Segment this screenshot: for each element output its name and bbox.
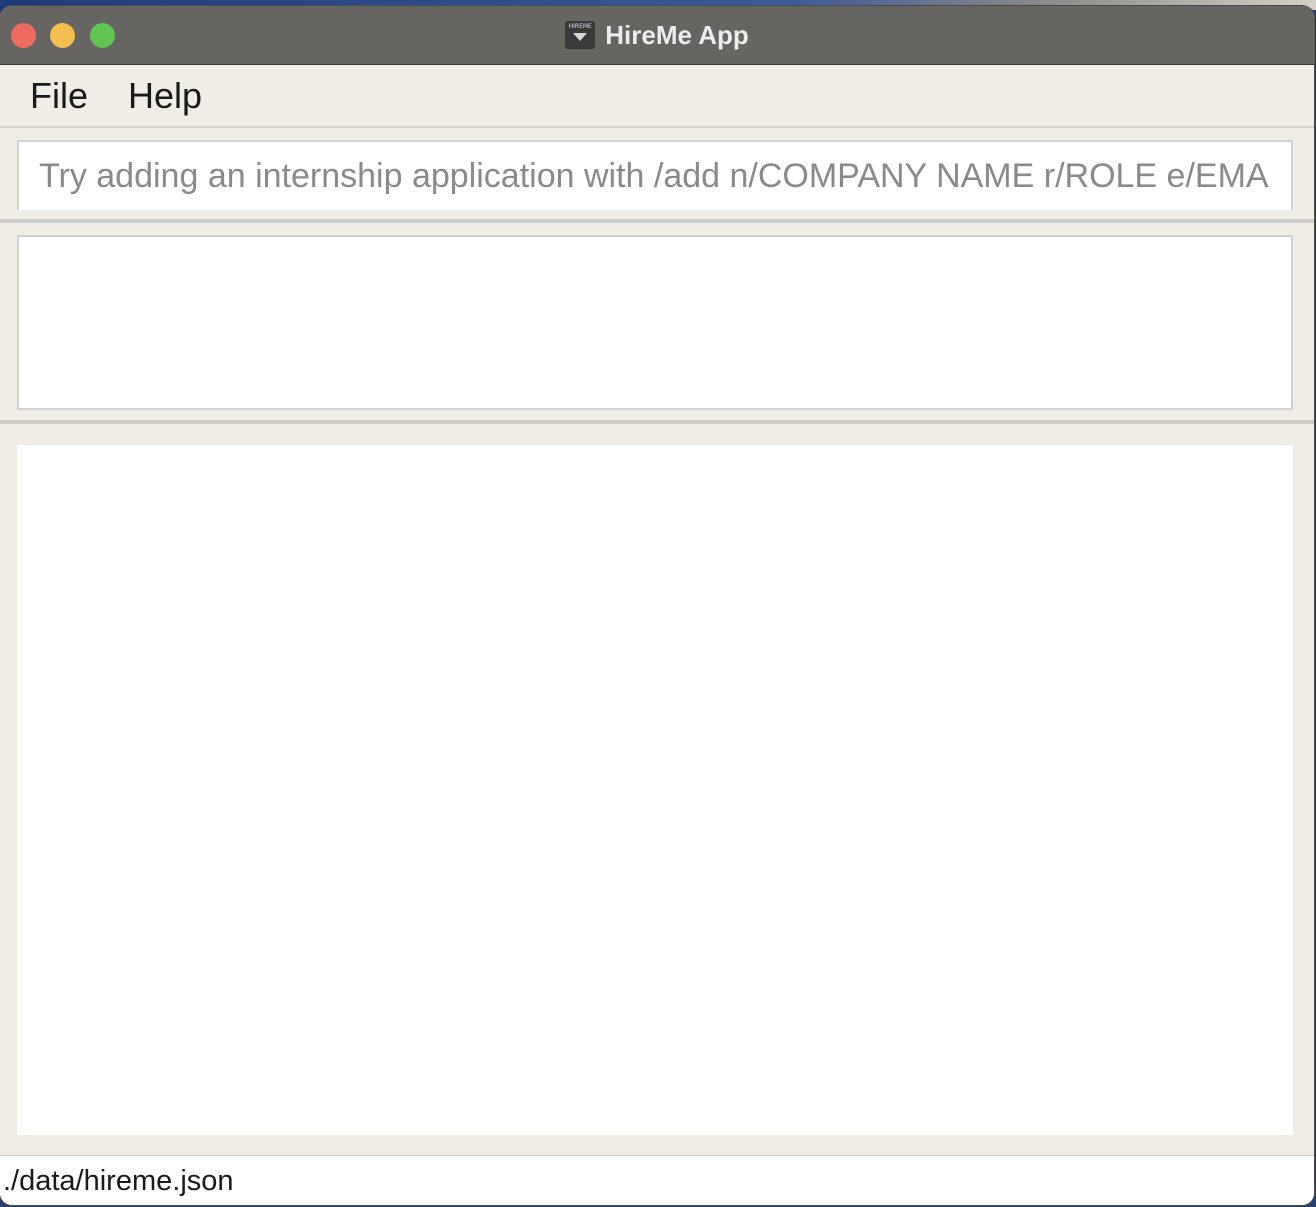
app-window: HIREME HireMe App File Help ./data/hirem… [0, 6, 1314, 1205]
command-input[interactable] [19, 142, 1291, 210]
app-icon-label: HIREME [568, 23, 592, 30]
menu-file[interactable]: File [10, 75, 108, 117]
application-list-panel[interactable] [17, 445, 1293, 1135]
status-bar: ./data/hireme.json [0, 1155, 1314, 1205]
result-display[interactable] [17, 235, 1293, 410]
hireme-app-icon: HIREME [565, 21, 596, 49]
split-pane-divider-bottom[interactable] [0, 420, 1314, 424]
title-group: HIREME HireMe App [0, 6, 1314, 64]
split-pane-divider-top[interactable] [0, 219, 1314, 223]
menu-bar: File Help [0, 65, 1314, 128]
menu-help[interactable]: Help [108, 75, 222, 117]
command-box [17, 140, 1293, 210]
window-title: HireMe App [605, 19, 749, 50]
save-file-path: ./data/hireme.json [3, 1164, 234, 1197]
title-bar[interactable]: HIREME HireMe App [0, 6, 1314, 65]
